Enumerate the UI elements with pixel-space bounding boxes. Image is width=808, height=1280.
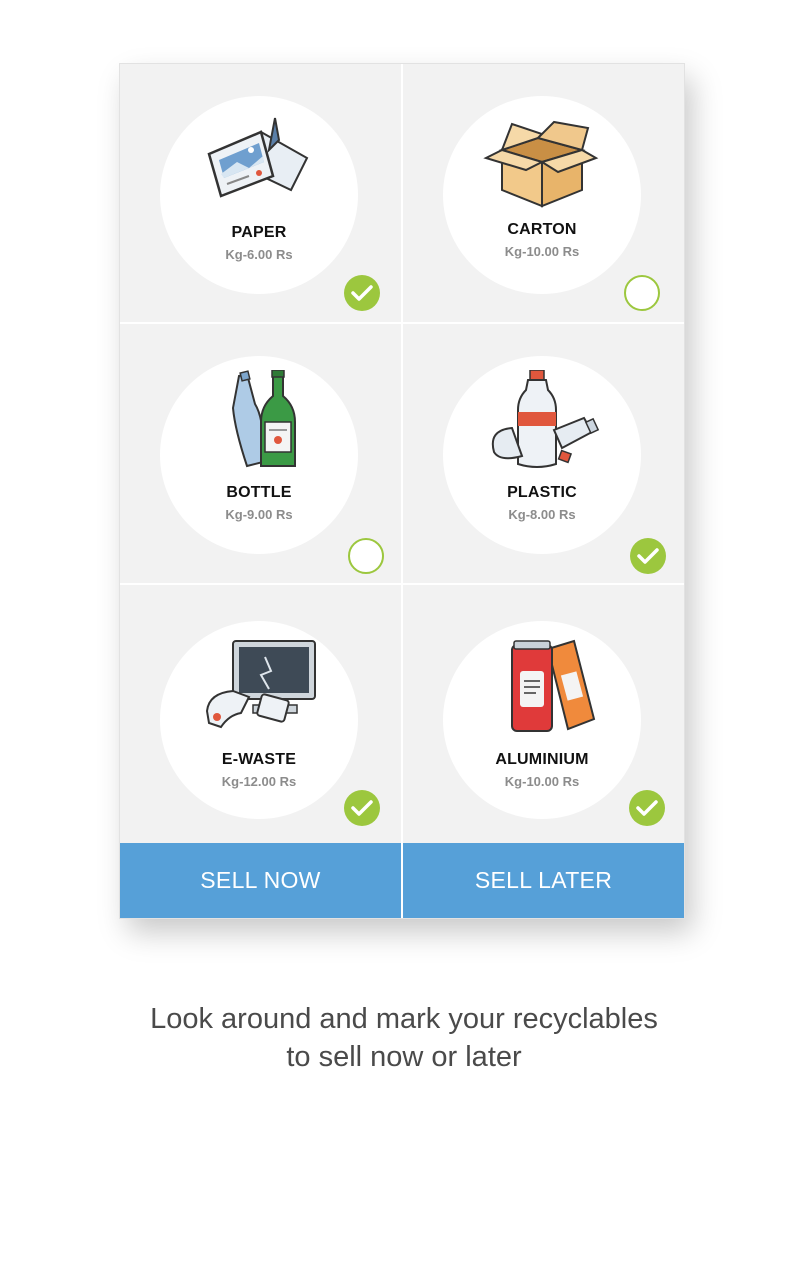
caption-line-2: to sell now or later	[286, 1041, 522, 1073]
tile-plastic[interactable]: PLASTIC Kg-8.00 Rs	[403, 324, 684, 582]
aluminium-can-icon	[511, 639, 596, 732]
tile-circle: BOTTLE Kg-9.00 Rs	[160, 356, 358, 554]
grid-divider	[401, 64, 403, 918]
item-price: Kg-12.00 Rs	[221, 774, 297, 789]
item-price: Kg-9.00 Rs	[225, 507, 293, 522]
tile-circle: ALUMINIUM Kg-10.00 Rs	[443, 621, 641, 819]
item-name: CARTON	[507, 221, 577, 238]
sell-now-button[interactable]: SELL NOW	[120, 843, 401, 918]
tile-carton[interactable]: CARTON Kg-10.00 Rs	[403, 64, 684, 322]
item-price: Kg-10.00 Rs	[504, 244, 580, 259]
select-plastic-checkbox[interactable]	[630, 538, 666, 574]
select-bottle-checkbox[interactable]	[348, 538, 384, 574]
checkmark-icon	[636, 800, 658, 816]
recyclables-card: PAPER Kg-6.00 Rs CARTON Kg-10.00 Rs BOTT…	[119, 63, 685, 919]
tile-bottle[interactable]: BOTTLE Kg-9.00 Rs	[120, 324, 401, 582]
caption-line-1: Look around and mark your recyclables	[150, 1003, 658, 1035]
select-carton-checkbox[interactable]	[624, 275, 660, 311]
tile-circle: PAPER Kg-6.00 Rs	[160, 96, 358, 294]
e-waste-icon	[205, 640, 316, 729]
tile-paper[interactable]: PAPER Kg-6.00 Rs	[120, 64, 401, 322]
item-name: ALUMINIUM	[495, 751, 589, 768]
carton-icon	[483, 120, 599, 208]
item-price: Kg-10.00 Rs	[504, 774, 580, 789]
plastic-icon	[491, 370, 600, 468]
select-aluminium-checkbox[interactable]	[629, 790, 665, 826]
checkmark-icon	[351, 285, 373, 301]
tile-circle: E-WASTE Kg-12.00 Rs	[160, 621, 358, 819]
tile-circle: CARTON Kg-10.00 Rs	[443, 96, 641, 294]
item-name: PAPER	[231, 224, 287, 241]
sell-later-button[interactable]: SELL LATER	[403, 843, 684, 918]
select-paper-checkbox[interactable]	[344, 275, 380, 311]
tile-aluminium[interactable]: ALUMINIUM Kg-10.00 Rs	[403, 585, 684, 843]
item-price: Kg-8.00 Rs	[508, 507, 576, 522]
bottle-icon	[231, 370, 296, 468]
instruction-caption: Look around and mark your recyclables to…	[0, 1000, 808, 1076]
paper-icon	[207, 117, 309, 198]
select-e-waste-checkbox[interactable]	[344, 790, 380, 826]
tile-circle: PLASTIC Kg-8.00 Rs	[443, 356, 641, 554]
item-price: Kg-6.00 Rs	[225, 247, 293, 262]
item-name: PLASTIC	[507, 484, 577, 501]
item-name: E-WASTE	[221, 751, 297, 768]
checkmark-icon	[351, 800, 373, 816]
checkmark-icon	[637, 548, 659, 564]
item-name: BOTTLE	[226, 484, 292, 501]
tile-e-waste[interactable]: E-WASTE Kg-12.00 Rs	[120, 585, 401, 843]
